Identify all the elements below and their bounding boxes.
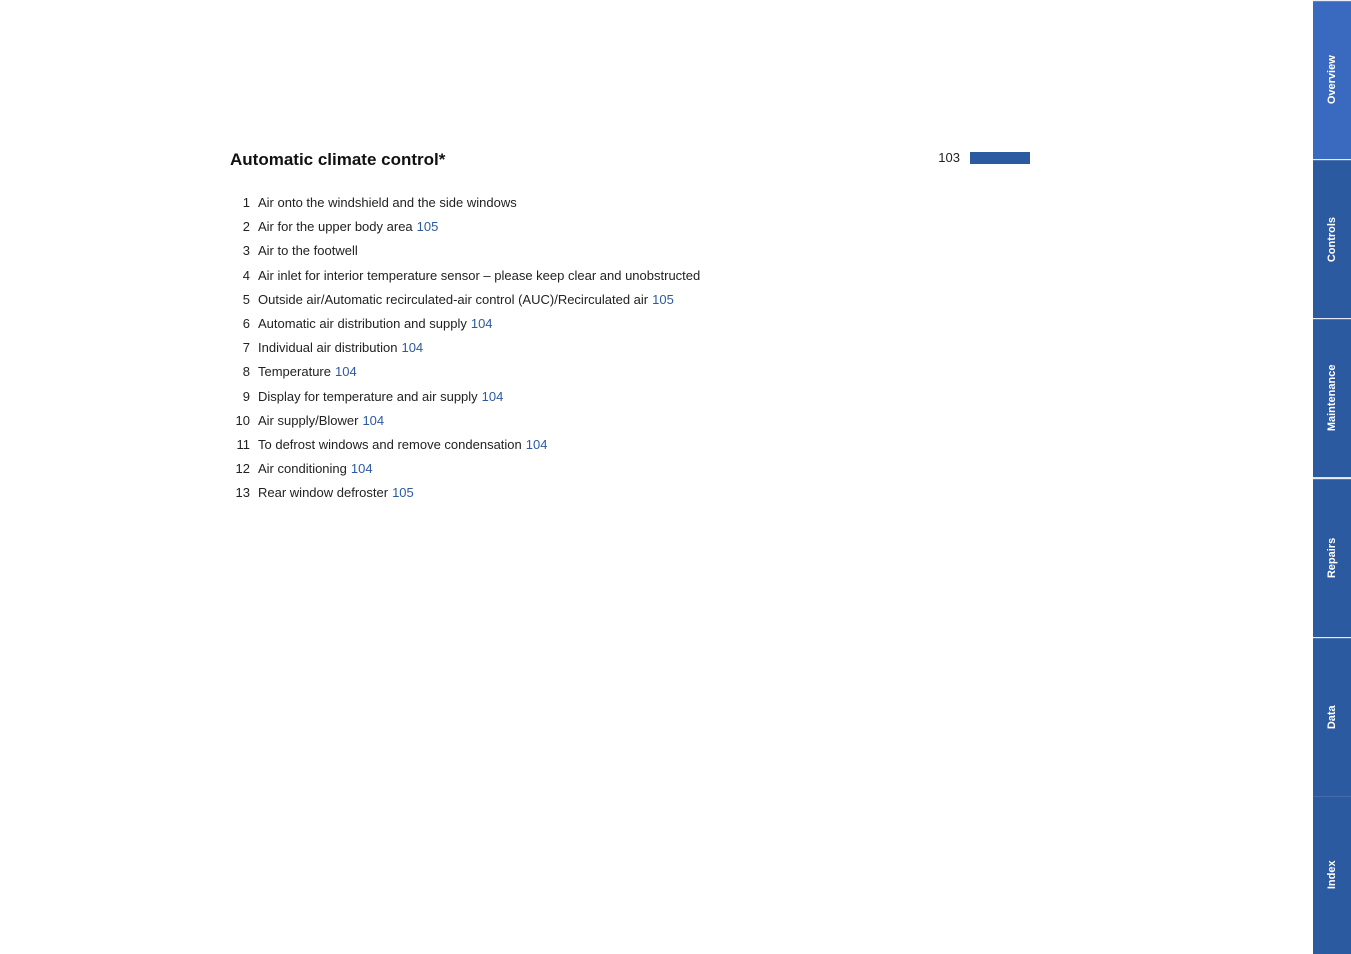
list-item: 6Automatic air distribution and supply10… xyxy=(230,315,1030,333)
item-page-link[interactable]: 104 xyxy=(351,461,373,476)
item-text: Automatic air distribution and supply104 xyxy=(258,315,1030,333)
item-text: Rear window defroster105 xyxy=(258,484,1030,502)
item-page-link[interactable]: 104 xyxy=(526,437,548,452)
item-number: 5 xyxy=(230,291,258,309)
item-number: 4 xyxy=(230,267,258,285)
item-text: Air supply/Blower104 xyxy=(258,412,1030,430)
list-item: 3Air to the footwell xyxy=(230,242,1030,260)
item-text: Outside air/Automatic recirculated-air c… xyxy=(258,291,1030,309)
item-number: 8 xyxy=(230,363,258,381)
item-page-link[interactable]: 104 xyxy=(335,364,357,379)
item-text: Air conditioning104 xyxy=(258,460,1030,478)
list-item: 1Air onto the windshield and the side wi… xyxy=(230,194,1030,212)
item-text: Display for temperature and air supply10… xyxy=(258,388,1030,406)
list-item: 10Air supply/Blower104 xyxy=(230,412,1030,430)
item-page-link[interactable]: 105 xyxy=(652,292,674,307)
main-content: Automatic climate control* 103 1Air onto… xyxy=(230,150,1030,508)
sidebar-tab-controls[interactable]: Controls xyxy=(1313,159,1351,318)
sidebar-tab-repairs[interactable]: Repairs xyxy=(1313,478,1351,637)
item-number: 3 xyxy=(230,242,258,260)
sidebar-tab-maintenance[interactable]: Maintenance xyxy=(1313,318,1351,477)
page-title: Automatic climate control* xyxy=(230,150,445,170)
sidebar-tab-data[interactable]: Data xyxy=(1313,637,1351,796)
list-item: 7Individual air distribution104 xyxy=(230,339,1030,357)
page-number-bar xyxy=(970,152,1030,164)
item-text: Temperature104 xyxy=(258,363,1030,381)
item-text: Air inlet for interior temperature senso… xyxy=(258,267,1030,285)
item-number: 10 xyxy=(230,412,258,430)
sidebar-tab-index[interactable]: Index xyxy=(1313,796,1351,954)
item-number: 7 xyxy=(230,339,258,357)
item-number: 11 xyxy=(230,436,258,454)
item-page-link[interactable]: 105 xyxy=(417,219,439,234)
item-number: 12 xyxy=(230,460,258,478)
page-number-area: 103 xyxy=(938,150,1030,165)
page-header: Automatic climate control* 103 xyxy=(230,150,1030,174)
list-item: 8Temperature104 xyxy=(230,363,1030,381)
list-item: 2Air for the upper body area105 xyxy=(230,218,1030,236)
sidebar-tab-overview[interactable]: Overview xyxy=(1313,0,1351,159)
list-item: 13Rear window defroster105 xyxy=(230,484,1030,502)
item-number: 6 xyxy=(230,315,258,333)
item-number: 1 xyxy=(230,194,258,212)
item-page-link[interactable]: 104 xyxy=(471,316,493,331)
right-sidebar: OverviewControlsMaintenanceRepairsDataIn… xyxy=(1313,0,1351,954)
item-text: Air for the upper body area105 xyxy=(258,218,1030,236)
list-item: 12Air conditioning104 xyxy=(230,460,1030,478)
item-page-link[interactable]: 104 xyxy=(362,413,384,428)
item-number: 2 xyxy=(230,218,258,236)
item-text: Air onto the windshield and the side win… xyxy=(258,194,1030,212)
item-text: To defrost windows and remove condensati… xyxy=(258,436,1030,454)
item-number: 9 xyxy=(230,388,258,406)
item-page-link[interactable]: 105 xyxy=(392,485,414,500)
item-text: Individual air distribution104 xyxy=(258,339,1030,357)
list-item: 11To defrost windows and remove condensa… xyxy=(230,436,1030,454)
items-list: 1Air onto the windshield and the side wi… xyxy=(230,194,1030,502)
list-item: 9Display for temperature and air supply1… xyxy=(230,388,1030,406)
item-page-link[interactable]: 104 xyxy=(482,389,504,404)
page-number: 103 xyxy=(938,150,960,165)
list-item: 4Air inlet for interior temperature sens… xyxy=(230,267,1030,285)
item-text: Air to the footwell xyxy=(258,242,1030,260)
list-item: 5Outside air/Automatic recirculated-air … xyxy=(230,291,1030,309)
item-number: 13 xyxy=(230,484,258,502)
item-page-link[interactable]: 104 xyxy=(401,340,423,355)
